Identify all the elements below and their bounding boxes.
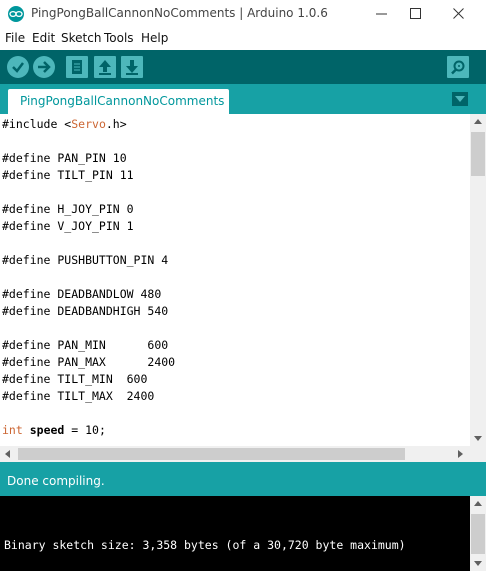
chevron-down-icon bbox=[455, 96, 465, 102]
save-icon bbox=[126, 60, 138, 75]
code-line: #define DEADBANDLOW 480 bbox=[2, 287, 161, 304]
scrollbar-thumb[interactable] bbox=[18, 448, 405, 460]
code-line: #define PAN_MAX 2400 bbox=[2, 355, 175, 372]
code-text: #include <Servo.h> bbox=[2, 117, 127, 131]
verify-icon bbox=[12, 62, 24, 73]
scroll-down-icon[interactable] bbox=[470, 430, 486, 446]
title-bar: PingPongBallCannonNoComments | Arduino 1… bbox=[0, 0, 486, 28]
code-line: int speed = 10; bbox=[2, 423, 106, 440]
upload-button[interactable] bbox=[33, 56, 55, 78]
arduino-logo-icon bbox=[8, 6, 24, 22]
code-line: #define PAN_MIN 600 bbox=[2, 338, 168, 355]
scroll-right-icon[interactable] bbox=[452, 446, 468, 462]
scrollbar-thumb[interactable] bbox=[471, 132, 485, 176]
scroll-up-icon[interactable] bbox=[470, 114, 486, 130]
new-icon bbox=[72, 60, 82, 74]
menu-help[interactable]: Help bbox=[141, 31, 168, 45]
code-text: #define PAN_MIN 600 bbox=[2, 338, 169, 352]
editor-vertical-scrollbar[interactable] bbox=[470, 114, 486, 446]
code-text: #define DEADBANDHIGH 540 bbox=[2, 304, 169, 318]
close-icon bbox=[453, 8, 464, 19]
tab-sketch[interactable]: PingPongBallCannonNoComments bbox=[8, 89, 229, 114]
code-text: #define PAN_MAX 2400 bbox=[2, 355, 176, 369]
status-bar: Done compiling. bbox=[0, 462, 486, 496]
menu-file[interactable]: File bbox=[5, 31, 25, 45]
menu-tools[interactable]: Tools bbox=[104, 31, 134, 45]
menu-sketch[interactable]: Sketch bbox=[61, 31, 101, 45]
code-text: #define PUSHBUTTON_PIN 4 bbox=[2, 253, 169, 267]
code-text: #define TILT_MAX 2400 bbox=[2, 389, 155, 403]
code-line: #define V_JOY_PIN 1 bbox=[2, 219, 134, 236]
verify-button[interactable] bbox=[7, 56, 29, 78]
console-vertical-scrollbar[interactable] bbox=[470, 496, 486, 571]
code-text: #define H_JOY_PIN 0 bbox=[2, 202, 134, 216]
open-button[interactable] bbox=[94, 56, 116, 78]
menu-bar: File Edit Sketch Tools Help bbox=[0, 28, 486, 50]
scrollbar-thumb[interactable] bbox=[471, 514, 485, 554]
serial-monitor-button[interactable] bbox=[447, 56, 469, 78]
scroll-left-icon[interactable] bbox=[0, 446, 16, 462]
minimize-icon bbox=[376, 13, 387, 15]
toolbar bbox=[0, 50, 486, 84]
code-editor[interactable]: #include <Servo.h> #define PAN_PIN 10 #d… bbox=[0, 114, 470, 446]
tab-bar: PingPongBallCannonNoComments bbox=[0, 84, 486, 114]
new-button[interactable] bbox=[66, 56, 88, 78]
tab-label: PingPongBallCannonNoComments bbox=[20, 94, 225, 108]
tab-menu-button[interactable] bbox=[452, 92, 468, 106]
maximize-button[interactable] bbox=[397, 0, 435, 28]
code-line: #define TILT_PIN 11 bbox=[2, 168, 134, 185]
code-text: #define TILT_PIN 11 bbox=[2, 168, 134, 182]
code-line: #define TILT_MIN 600 bbox=[2, 372, 147, 389]
code-line: #define DEADBANDHIGH 540 bbox=[2, 304, 168, 321]
console-line: Binary sketch size: 3,358 bytes (of a 30… bbox=[4, 538, 406, 552]
code-line: #define TILT_MAX 2400 bbox=[2, 389, 154, 406]
console-output: Binary sketch size: 3,358 bytes (of a 30… bbox=[0, 496, 470, 571]
code-text: int speed = 10; bbox=[2, 423, 106, 437]
code-text: #define DEADBANDLOW 480 bbox=[2, 287, 162, 301]
status-message: Done compiling. bbox=[7, 474, 105, 488]
upload-icon bbox=[38, 61, 51, 73]
minimize-button[interactable] bbox=[363, 0, 401, 28]
code-text: #define PAN_PIN 10 bbox=[2, 151, 127, 165]
code-line: #define PUSHBUTTON_PIN 4 bbox=[2, 253, 168, 270]
scroll-down-icon[interactable] bbox=[470, 555, 486, 571]
code-line: #define H_JOY_PIN 0 bbox=[2, 202, 134, 219]
maximize-icon bbox=[410, 8, 421, 19]
code-text: #define V_JOY_PIN 1 bbox=[2, 219, 134, 233]
code-text: #define TILT_MIN 600 bbox=[2, 372, 148, 386]
scrollbar-corner bbox=[470, 446, 486, 462]
editor-horizontal-scrollbar[interactable] bbox=[0, 446, 470, 462]
code-line: #include <Servo.h> bbox=[2, 117, 127, 134]
scroll-up-icon[interactable] bbox=[470, 496, 486, 512]
menu-edit[interactable]: Edit bbox=[32, 31, 55, 45]
serial-monitor-icon bbox=[451, 60, 465, 75]
save-button[interactable] bbox=[121, 56, 143, 78]
window-title: PingPongBallCannonNoComments | Arduino 1… bbox=[31, 6, 328, 20]
code-line: #define PAN_PIN 10 bbox=[2, 151, 127, 168]
open-icon bbox=[99, 60, 111, 75]
close-button[interactable] bbox=[440, 0, 478, 28]
